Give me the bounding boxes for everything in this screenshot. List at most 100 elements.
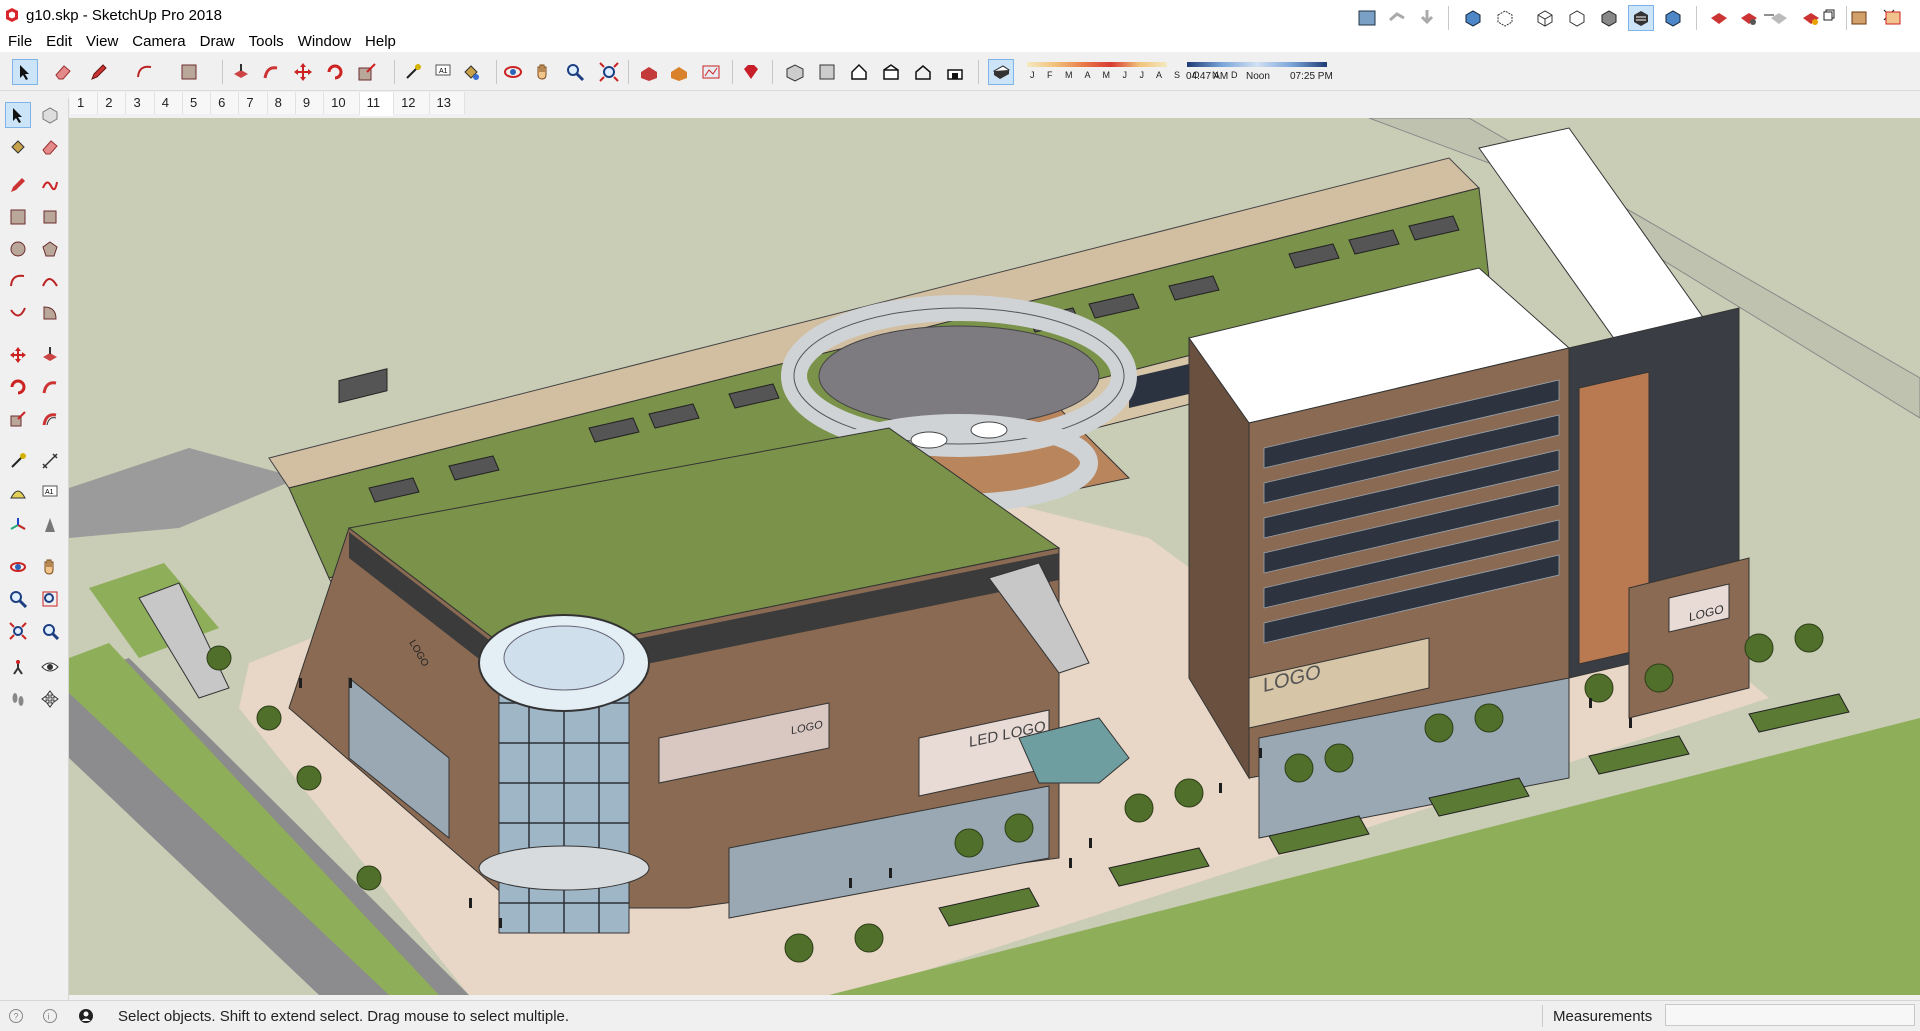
lt-pie-button[interactable] — [37, 300, 63, 326]
hidden-line-button[interactable] — [1564, 5, 1590, 31]
menu-tools[interactable]: Tools — [242, 33, 291, 50]
menu-file[interactable]: File — [1, 33, 39, 50]
scene-tab-7[interactable]: 7 — [239, 92, 268, 114]
scene-tab-1[interactable]: 1 — [70, 92, 99, 114]
menu-window[interactable]: Window — [291, 33, 358, 50]
lt-follow-me-button[interactable] — [37, 374, 63, 400]
lt-text-button[interactable]: A1 — [37, 480, 63, 506]
scene-tab-2[interactable]: 2 — [98, 92, 127, 114]
scene-tab-11[interactable]: 11 — [359, 92, 395, 116]
xray-style-button[interactable] — [1460, 5, 1486, 31]
rotate-tool-button[interactable] — [322, 59, 348, 85]
lt-offset-button[interactable] — [37, 406, 63, 432]
lt-circle-button[interactable] — [5, 236, 31, 262]
lt-scale-button[interactable] — [5, 406, 31, 432]
lt-3pt-arc-button[interactable] — [5, 300, 31, 326]
lt-3d-text-button[interactable] — [37, 512, 63, 538]
plugin-a-button[interactable] — [1706, 5, 1732, 31]
plugin-f-button[interactable] — [1880, 5, 1906, 31]
scene-tab-13[interactable]: 13 — [429, 92, 466, 114]
shaded-button[interactable] — [1596, 5, 1622, 31]
extension-warehouse-button[interactable] — [698, 59, 724, 85]
section-plane-button[interactable] — [1384, 5, 1410, 31]
orbit-button[interactable] — [500, 59, 526, 85]
lt-push-pull-button[interactable] — [37, 342, 63, 368]
lt-pan-button[interactable] — [37, 554, 63, 580]
plugin-e-button[interactable] — [1846, 5, 1872, 31]
section-fill-button[interactable] — [1414, 5, 1440, 31]
scene-tab-12[interactable]: 12 — [394, 92, 430, 114]
lt-look-around-button[interactable] — [37, 654, 63, 680]
scene-tab-6[interactable]: 6 — [211, 92, 240, 114]
shadow-date-slider[interactable] — [1027, 62, 1167, 67]
lt-move-button[interactable] — [5, 342, 31, 368]
move-tool-button[interactable] — [290, 59, 316, 85]
view-iso-button[interactable] — [782, 59, 808, 85]
push-pull-button[interactable] — [228, 59, 254, 85]
lt-select-button[interactable] — [5, 102, 31, 128]
lt-polygon-button[interactable] — [37, 236, 63, 262]
credits-icon[interactable]: i — [42, 1008, 58, 1024]
lt-zoom-extents-button[interactable] — [5, 618, 31, 644]
lt-eraser-button[interactable] — [37, 134, 63, 160]
geo-location-icon[interactable]: ? — [8, 1008, 24, 1024]
arc-tool-button[interactable] — [132, 59, 158, 85]
lt-protractor-button[interactable] — [5, 480, 31, 506]
text-tool-button[interactable]: A1 — [430, 59, 456, 85]
line-tool-button[interactable] — [86, 59, 112, 85]
ruby-console-button[interactable] — [738, 59, 764, 85]
lt-section-button[interactable] — [37, 686, 63, 712]
paint-bucket-button[interactable] — [458, 59, 484, 85]
wireframe-button[interactable] — [1532, 5, 1558, 31]
lt-dimension-button[interactable] — [37, 448, 63, 474]
lt-line-button[interactable] — [5, 172, 31, 198]
layers-button[interactable] — [1354, 5, 1380, 31]
zoom-button[interactable] — [562, 59, 588, 85]
scene-tab-10[interactable]: 10 — [324, 92, 360, 114]
tape-measure-button[interactable] — [400, 59, 426, 85]
lt-2pt-arc-button[interactable] — [37, 268, 63, 294]
plugin-c-button[interactable] — [1766, 5, 1792, 31]
lt-axes-button[interactable] — [5, 512, 31, 538]
pan-button[interactable] — [530, 59, 556, 85]
lt-position-camera-button[interactable] — [5, 654, 31, 680]
zoom-extents-button[interactable] — [596, 59, 622, 85]
scene-tab-5[interactable]: 5 — [182, 92, 212, 114]
lt-rotated-rect-button[interactable] — [37, 204, 63, 230]
plugin-b-button[interactable] — [1736, 5, 1762, 31]
scene-tab-3[interactable]: 3 — [126, 92, 155, 114]
follow-me-button[interactable] — [258, 59, 284, 85]
scale-tool-button[interactable] — [354, 59, 380, 85]
lt-zoom-button[interactable] — [5, 586, 31, 612]
lt-orbit-button[interactable] — [5, 554, 31, 580]
menu-help[interactable]: Help — [358, 33, 403, 50]
eraser-tool-button[interactable] — [50, 59, 76, 85]
lt-freehand-button[interactable] — [37, 172, 63, 198]
model-viewport[interactable]: LED LOGO LOGO LOGO LOGO LOGO — [69, 118, 1920, 995]
lt-component-button[interactable] — [37, 102, 63, 128]
lt-walk-button[interactable] — [5, 686, 31, 712]
menu-view[interactable]: View — [79, 33, 125, 50]
lt-rotate-button[interactable] — [5, 374, 31, 400]
lt-paint-button[interactable] — [5, 134, 31, 160]
monochrome-button[interactable] — [1660, 5, 1686, 31]
shadows-toggle-button[interactable] — [988, 59, 1014, 85]
menu-camera[interactable]: Camera — [125, 33, 192, 50]
view-back-button[interactable] — [910, 59, 936, 85]
sketchup-app-icon[interactable] — [4, 7, 20, 23]
lt-tape-button[interactable] — [5, 448, 31, 474]
view-left-button[interactable] — [942, 59, 968, 85]
scene-tab-4[interactable]: 4 — [154, 92, 183, 114]
warehouse-button[interactable] — [636, 59, 662, 85]
view-right-button[interactable] — [878, 59, 904, 85]
lt-zoom-window-button[interactable] — [37, 586, 63, 612]
shape-tool-button[interactable] — [176, 59, 202, 85]
user-account-icon[interactable] — [78, 1008, 94, 1024]
menu-draw[interactable]: Draw — [193, 33, 242, 50]
select-tool-button[interactable] — [12, 59, 38, 85]
lt-previous-view-button[interactable] — [37, 618, 63, 644]
view-front-button[interactable] — [846, 59, 872, 85]
scene-tab-8[interactable]: 8 — [267, 92, 296, 114]
menu-edit[interactable]: Edit — [39, 33, 79, 50]
shaded-textures-button[interactable] — [1628, 5, 1654, 31]
